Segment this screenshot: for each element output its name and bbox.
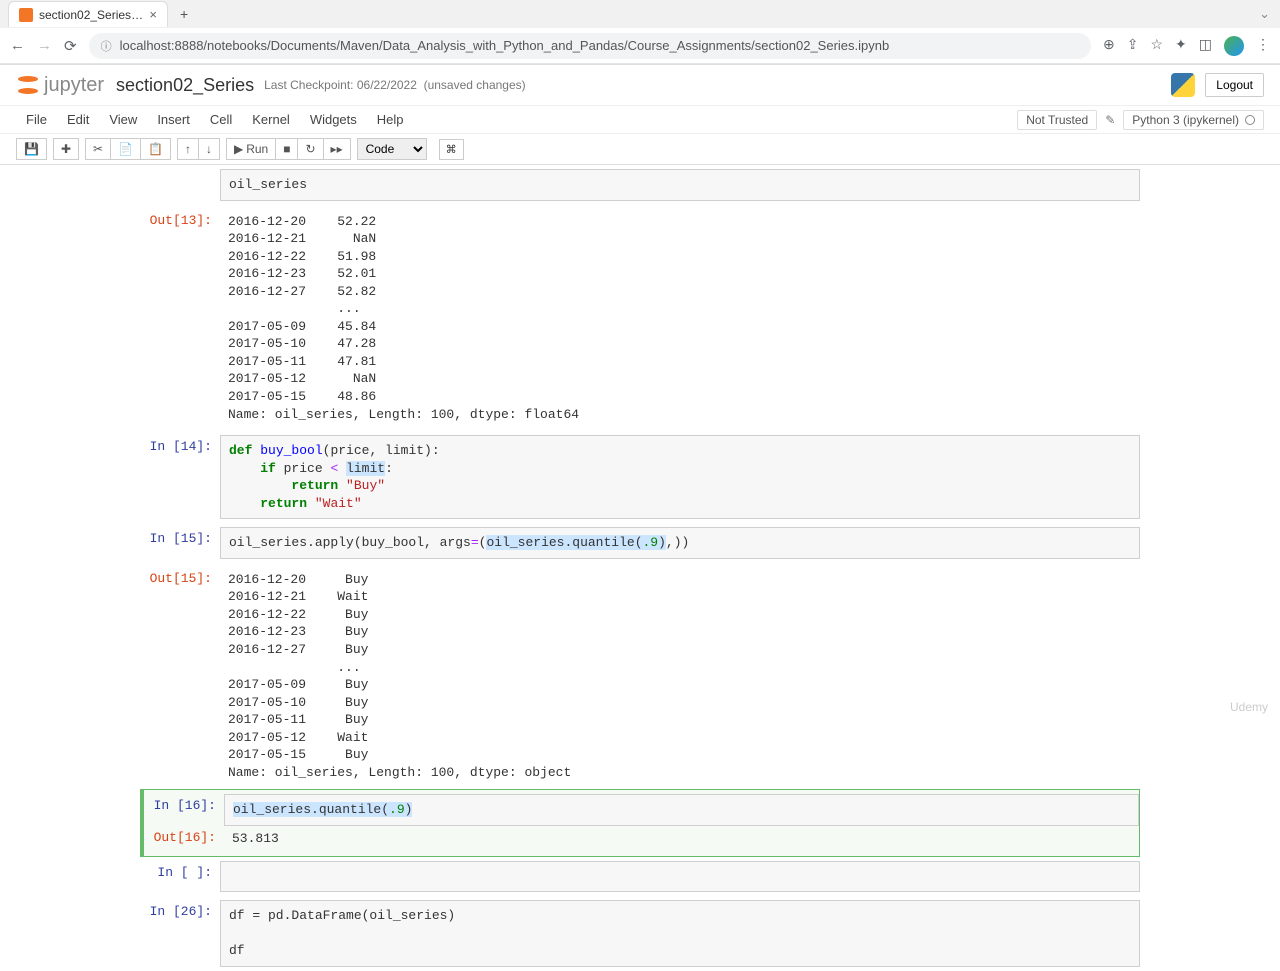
profile-avatar[interactable] bbox=[1224, 36, 1244, 56]
restart-button[interactable]: ↻ bbox=[297, 138, 322, 160]
code-cell[interactable]: oil_series bbox=[140, 165, 1140, 205]
url-text: localhost:8888/notebooks/Documents/Maven… bbox=[120, 38, 890, 53]
bookmark-icon[interactable]: ☆ bbox=[1150, 36, 1163, 56]
checkpoint-text: Last Checkpoint: 06/22/2022 (unsaved cha… bbox=[264, 78, 526, 92]
browser-chrome: section02_Series - Jupyter No × + ⌄ ← → … bbox=[0, 0, 1280, 65]
cell-prompt: Out[16]: bbox=[144, 826, 224, 852]
code-input[interactable]: oil_series bbox=[220, 169, 1140, 201]
chrome-actions: ⊕ ⇪ ☆ ✦ ◫ ⋮ bbox=[1103, 36, 1270, 56]
menu-kernel[interactable]: Kernel bbox=[242, 108, 300, 131]
jupyter-logo[interactable]: jupyter bbox=[16, 73, 104, 97]
cell-prompt: In [ ]: bbox=[140, 861, 220, 893]
jupyter-logo-icon bbox=[16, 73, 40, 97]
output-cell: Out[15]: 2016-12-20 Buy 2016-12-21 Wait … bbox=[140, 563, 1140, 790]
kernel-idle-icon bbox=[1245, 115, 1255, 125]
output-cell: Out[13]: 2016-12-20 52.22 2016-12-21 NaN… bbox=[140, 205, 1140, 432]
tab-bar: section02_Series - Jupyter No × + ⌄ bbox=[0, 0, 1280, 28]
interrupt-button[interactable]: ■ bbox=[275, 138, 297, 160]
jupyter-logo-text: jupyter bbox=[44, 74, 104, 97]
menu-edit[interactable]: Edit bbox=[57, 108, 99, 131]
watermark: Udemy bbox=[1230, 700, 1268, 714]
jupyter-header: jupyter section02_Series Last Checkpoint… bbox=[0, 65, 1280, 106]
sidepanel-icon[interactable]: ◫ bbox=[1199, 36, 1212, 56]
code-cell-empty[interactable]: In [ ]: bbox=[140, 857, 1140, 897]
code-cell[interactable]: In [26]: df = pd.DataFrame(oil_series) d… bbox=[140, 896, 1140, 971]
python-logo-icon bbox=[1171, 73, 1195, 97]
toolbar: 💾 ✚ ✂ 📄 📋 ↑ ↓ ▶Run ■ ↻ ▸▸ Code ⌘ bbox=[0, 134, 1280, 165]
code-input[interactable]: df = pd.DataFrame(oil_series) df bbox=[220, 900, 1140, 967]
cell-prompt: In [16]: bbox=[144, 794, 224, 826]
menu-insert[interactable]: Insert bbox=[147, 108, 200, 131]
pencil-icon[interactable]: ✎ bbox=[1105, 113, 1115, 127]
site-info-icon[interactable]: ⓘ bbox=[101, 38, 112, 54]
copy-button[interactable]: 📄 bbox=[110, 138, 140, 160]
forward-button[interactable]: → bbox=[37, 37, 52, 54]
restart-run-all-button[interactable]: ▸▸ bbox=[323, 138, 351, 160]
cell-output: 2016-12-20 Buy 2016-12-21 Wait 2016-12-2… bbox=[220, 567, 1140, 786]
run-button[interactable]: ▶Run bbox=[226, 138, 275, 160]
menu-view[interactable]: View bbox=[99, 108, 147, 131]
jupyter-favicon bbox=[19, 8, 33, 22]
zoom-icon[interactable]: ⊕ bbox=[1103, 36, 1115, 56]
menu-help[interactable]: Help bbox=[367, 108, 414, 131]
code-input[interactable] bbox=[220, 861, 1140, 893]
cell-prompt bbox=[140, 169, 220, 201]
reload-button[interactable]: ⟳ bbox=[64, 37, 77, 55]
code-input[interactable]: oil_series.apply(buy_bool, args=(oil_ser… bbox=[220, 527, 1140, 559]
trust-button[interactable]: Not Trusted bbox=[1017, 110, 1097, 130]
menu-bar: File Edit View Insert Cell Kernel Widget… bbox=[0, 106, 1280, 134]
cell-prompt: Out[13]: bbox=[140, 209, 220, 428]
address-bar: ← → ⟳ ⓘ localhost:8888/notebooks/Documen… bbox=[0, 28, 1280, 64]
cell-output: 2016-12-20 52.22 2016-12-21 NaN 2016-12-… bbox=[220, 209, 1140, 428]
add-cell-button[interactable]: ✚ bbox=[53, 138, 79, 160]
kernel-indicator[interactable]: Python 3 (ipykernel) bbox=[1123, 110, 1264, 130]
cut-button[interactable]: ✂ bbox=[85, 138, 110, 160]
url-input[interactable]: ⓘ localhost:8888/notebooks/Documents/Mav… bbox=[89, 33, 1091, 59]
cell-output: 53.813 bbox=[224, 826, 1139, 852]
menu-cell[interactable]: Cell bbox=[200, 108, 242, 131]
close-icon[interactable]: × bbox=[149, 7, 157, 22]
tab-title: section02_Series - Jupyter No bbox=[39, 8, 143, 22]
code-input[interactable]: oil_series.quantile(.9) bbox=[224, 794, 1139, 826]
command-palette-button[interactable]: ⌘ bbox=[439, 139, 464, 160]
logout-button[interactable]: Logout bbox=[1205, 73, 1264, 97]
menu-icon[interactable]: ⋮ bbox=[1256, 36, 1270, 56]
cell-prompt: In [15]: bbox=[140, 527, 220, 559]
code-cell[interactable]: In [15]: oil_series.apply(buy_bool, args… bbox=[140, 523, 1140, 563]
notebook-title[interactable]: section02_Series bbox=[116, 75, 254, 96]
cell-prompt: In [26]: bbox=[140, 900, 220, 967]
move-down-button[interactable]: ↓ bbox=[198, 138, 220, 160]
menu-widgets[interactable]: Widgets bbox=[300, 108, 367, 131]
menu-file[interactable]: File bbox=[16, 108, 57, 131]
code-cell-selected[interactable]: In [16]: oil_series.quantile(.9) Out[16]… bbox=[140, 789, 1140, 856]
paste-button[interactable]: 📋 bbox=[140, 138, 171, 160]
notebook-container: oil_series Out[13]: 2016-12-20 52.22 201… bbox=[0, 165, 1280, 971]
extensions-icon[interactable]: ✦ bbox=[1175, 36, 1187, 56]
code-input[interactable]: def buy_bool(price, limit): if price < l… bbox=[220, 435, 1140, 519]
cell-type-select[interactable]: Code bbox=[357, 138, 427, 160]
save-button[interactable]: 💾 bbox=[16, 138, 47, 160]
back-button[interactable]: ← bbox=[10, 37, 25, 54]
code-cell[interactable]: In [14]: def buy_bool(price, limit): if … bbox=[140, 431, 1140, 523]
move-up-button[interactable]: ↑ bbox=[177, 138, 198, 160]
cell-prompt: Out[15]: bbox=[140, 567, 220, 786]
share-icon[interactable]: ⇪ bbox=[1127, 36, 1139, 56]
new-tab-button[interactable]: + bbox=[172, 6, 196, 22]
cell-prompt: In [14]: bbox=[140, 435, 220, 519]
chevron-down-icon[interactable]: ⌄ bbox=[1259, 6, 1280, 22]
browser-tab[interactable]: section02_Series - Jupyter No × bbox=[8, 1, 168, 27]
